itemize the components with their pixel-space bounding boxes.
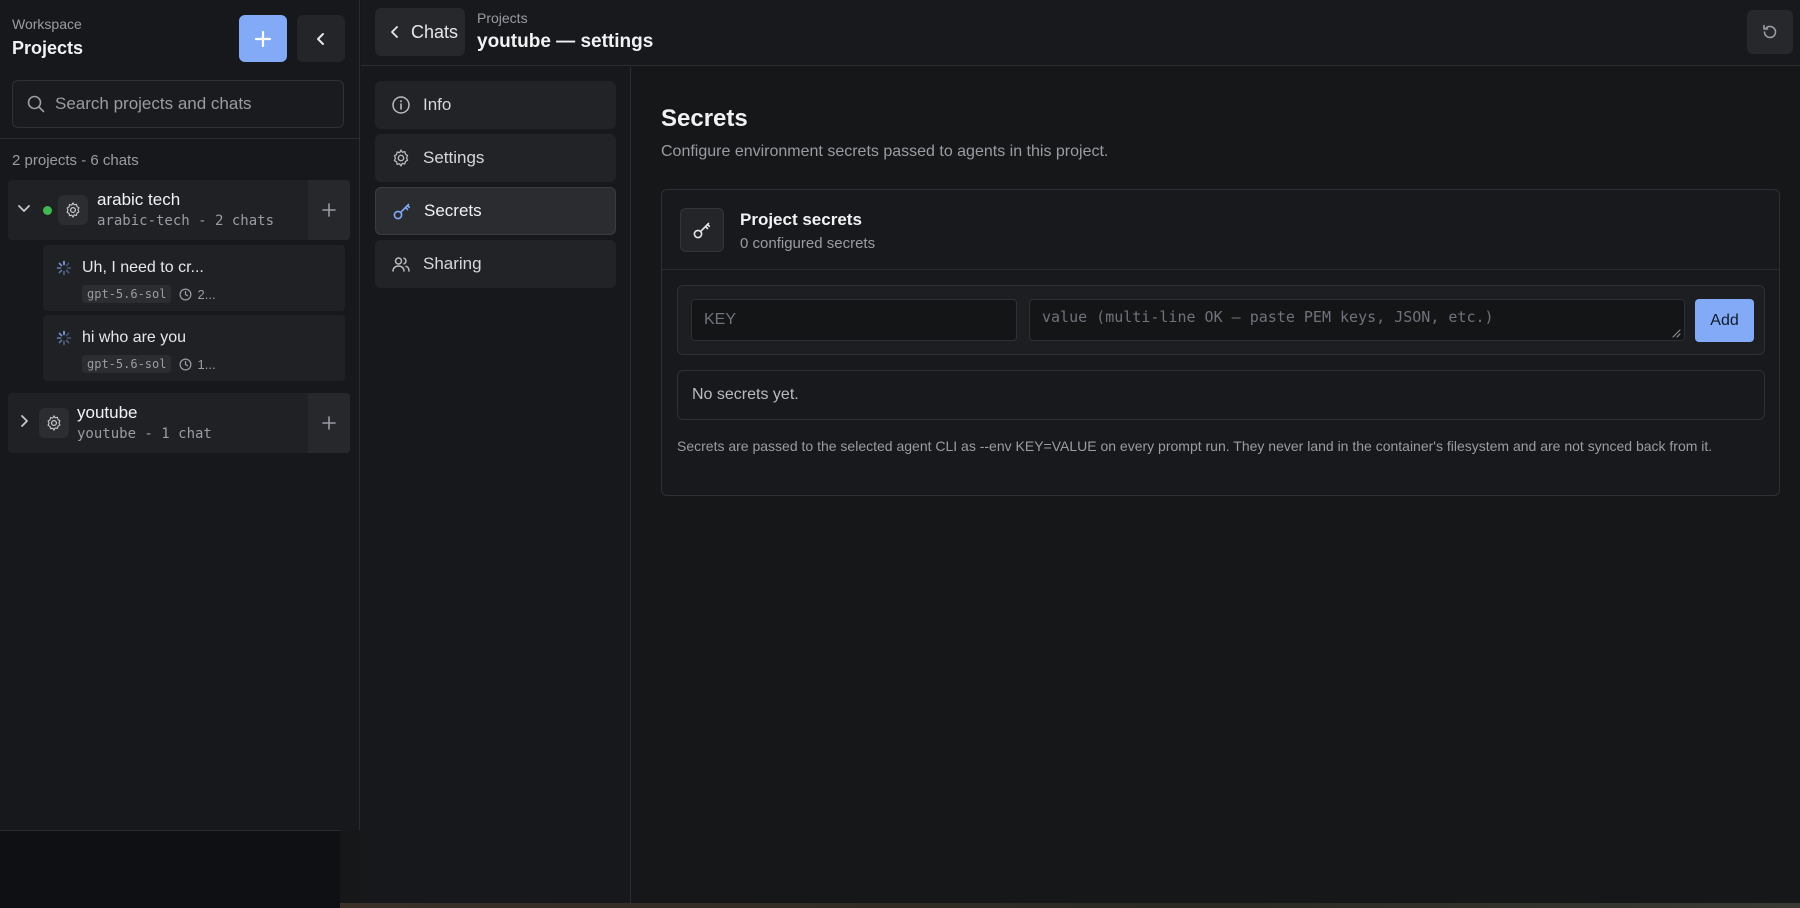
chevron-left-icon [391, 26, 398, 38]
secrets-panel: Secrets Configure environment secrets pa… [632, 67, 1800, 908]
plus-icon [322, 416, 336, 430]
info-icon [392, 96, 410, 114]
collapse-sidebar-button[interactable] [297, 15, 345, 62]
search-box[interactable] [12, 80, 344, 128]
refresh-icon [1763, 24, 1777, 39]
key-icon-box [680, 208, 724, 252]
search-input[interactable] [55, 94, 315, 114]
nav-item-secrets[interactable]: Secrets [375, 187, 616, 235]
nav-item-label: Settings [423, 148, 485, 167]
chat-title: Uh, I need to cr... [82, 259, 204, 276]
back-to-chats-button[interactable]: Chats [375, 8, 465, 56]
secret-value-input[interactable] [1029, 299, 1685, 341]
key-icon [393, 203, 411, 220]
page-title: youtube — settings [477, 31, 654, 52]
new-chat-button[interactable] [308, 180, 350, 240]
settings-nav: Info Settings Secrets Sharing [361, 67, 631, 908]
secrets-help-text: Secrets are passed to the selected agent… [677, 438, 1713, 454]
project-name: arabic tech [97, 190, 181, 209]
workspace-label: Workspace [12, 16, 82, 32]
search-icon [27, 95, 45, 113]
chevron-right-icon[interactable] [16, 413, 32, 429]
model-badge: gpt-5.6-sol [82, 285, 172, 303]
chat-item[interactable]: Uh, I need to cr... gpt-5.6-sol 2... [43, 245, 345, 311]
project-settings-button[interactable] [39, 408, 69, 438]
nav-item-sharing[interactable]: Sharing [375, 240, 616, 288]
project-row-arabic-tech[interactable]: arabic tech arabic-tech - 2 chats [8, 180, 350, 240]
project-subtitle: arabic-tech - 2 chats [97, 213, 275, 229]
sidebar-title: Projects [12, 38, 84, 58]
projects-summary: 2 projects - 6 chats [12, 152, 139, 169]
status-dot [43, 206, 52, 215]
chat-time: 1... [179, 356, 216, 372]
loading-spinner-icon [56, 260, 72, 276]
sidebar-footer [0, 830, 340, 908]
project-settings-button[interactable] [58, 195, 88, 225]
section-description: Configure environment secrets passed to … [661, 143, 1109, 160]
section-heading: Secrets [661, 105, 748, 132]
secrets-count: 0 configured secrets [740, 235, 876, 252]
nav-item-label: Secrets [424, 201, 482, 220]
back-label: Chats [411, 21, 459, 42]
users-icon [392, 257, 410, 272]
add-secret-button[interactable]: Add [1695, 299, 1754, 342]
secret-key-input[interactable] [691, 299, 1017, 341]
refresh-button[interactable] [1747, 10, 1793, 54]
chat-time-text: 1... [197, 356, 216, 372]
new-chat-button[interactable] [308, 393, 350, 453]
loading-spinner-icon [56, 330, 72, 346]
model-badge: gpt-5.6-sol [82, 355, 172, 373]
chat-meta: gpt-5.6-sol 2... [82, 285, 216, 303]
plus-icon [254, 30, 272, 47]
gear-icon [47, 415, 61, 431]
chat-meta: gpt-5.6-sol 1... [82, 355, 216, 373]
chevron-left-icon [317, 32, 324, 45]
add-secret-form: Add [677, 285, 1765, 355]
gear-icon [66, 202, 80, 218]
resize-handle-icon[interactable] [1671, 328, 1681, 338]
chat-time-text: 2... [197, 286, 216, 302]
nav-item-info[interactable]: Info [375, 81, 616, 129]
nav-item-settings[interactable]: Settings [375, 134, 616, 182]
gear-icon [393, 149, 409, 167]
clock-icon [179, 358, 192, 370]
chat-item[interactable]: hi who are you gpt-5.6-sol 1... [43, 315, 345, 381]
window-bottom-edge [340, 903, 1800, 908]
nav-item-label: Sharing [423, 254, 482, 273]
project-subtitle: youtube - 1 chat [77, 426, 212, 442]
project-secrets-card: Project secrets 0 configured secrets Add… [661, 189, 1780, 496]
project-name: youtube [77, 403, 138, 422]
plus-icon [322, 203, 336, 217]
sidebar-divider [0, 138, 360, 139]
card-title: Project secrets [740, 210, 862, 229]
clock-icon [179, 288, 192, 300]
breadcrumb[interactable]: Projects [477, 10, 528, 26]
sidebar: Workspace Projects 2 projects - 6 chats [0, 0, 360, 830]
new-project-button[interactable] [239, 15, 287, 62]
sidebar-header: Workspace Projects [12, 16, 83, 59]
project-row-youtube[interactable]: youtube youtube - 1 chat [8, 393, 350, 453]
key-icon [693, 222, 711, 239]
empty-state: No secrets yet. [677, 370, 1765, 420]
chat-time: 2... [179, 286, 216, 302]
card-header: Project secrets 0 configured secrets [662, 190, 1779, 270]
chevron-down-icon[interactable] [16, 200, 32, 216]
chat-title: hi who are you [82, 329, 187, 346]
top-bar: Chats Projects youtube — settings [361, 0, 1800, 66]
nav-item-label: Info [423, 95, 452, 114]
